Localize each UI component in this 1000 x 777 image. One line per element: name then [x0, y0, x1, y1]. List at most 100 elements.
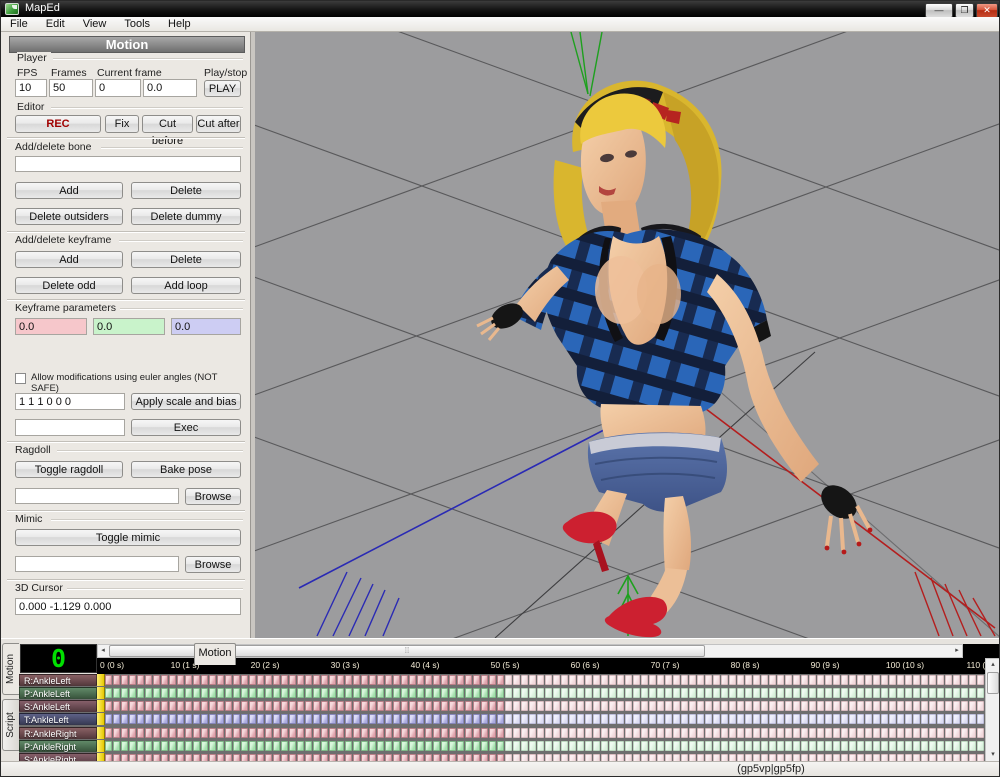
- keyframe-cell[interactable]: [657, 701, 664, 711]
- keyframe-cell[interactable]: [345, 728, 352, 738]
- keyframe-cell[interactable]: [913, 728, 920, 738]
- keyframe-cell[interactable]: [121, 675, 128, 685]
- keyframe-cell[interactable]: [129, 728, 136, 738]
- keyframe-cell[interactable]: [153, 701, 160, 711]
- keyframe-cell[interactable]: [249, 728, 256, 738]
- keyframe-cell[interactable]: [761, 741, 768, 751]
- keyframe-cell[interactable]: [217, 728, 224, 738]
- keyframe-cell[interactable]: [209, 675, 216, 685]
- keyframe-cell[interactable]: [337, 728, 344, 738]
- keyframe-cell[interactable]: [737, 675, 744, 685]
- keyframe-cell[interactable]: [761, 701, 768, 711]
- keyframe-cell[interactable]: [337, 688, 344, 698]
- keyframe-cell[interactable]: [265, 714, 272, 724]
- keyframe-cell[interactable]: [305, 741, 312, 751]
- keyframe-cell[interactable]: [281, 728, 288, 738]
- keyframe-cell[interactable]: [769, 728, 776, 738]
- keyframe-cell[interactable]: [369, 688, 376, 698]
- keyframe-cell[interactable]: [761, 714, 768, 724]
- keyframe-cell[interactable]: [953, 741, 960, 751]
- keyframe-cell[interactable]: [393, 688, 400, 698]
- keyframe-cell[interactable]: [793, 701, 800, 711]
- keyframe-cell[interactable]: [817, 714, 824, 724]
- keyframe-cell[interactable]: [593, 728, 600, 738]
- keyframe-cell[interactable]: [673, 714, 680, 724]
- current-frame-marker[interactable]: [97, 713, 105, 725]
- keyframe-cell[interactable]: [961, 728, 968, 738]
- keyframe-cell[interactable]: [369, 714, 376, 724]
- keyframe-cell[interactable]: [449, 688, 456, 698]
- keyframe-cell[interactable]: [281, 741, 288, 751]
- keyframe-cell[interactable]: [641, 714, 648, 724]
- keyframe-cell[interactable]: [673, 741, 680, 751]
- keyframe-cell[interactable]: [457, 688, 464, 698]
- keyframe-cell[interactable]: [201, 688, 208, 698]
- keyframe-cell[interactable]: [137, 675, 144, 685]
- keyframe-cell[interactable]: [921, 688, 928, 698]
- keyframe-cell[interactable]: [969, 688, 976, 698]
- keyframe-cell[interactable]: [297, 701, 304, 711]
- keyframe-cell[interactable]: [489, 728, 496, 738]
- keyframe-cell[interactable]: [385, 728, 392, 738]
- keyframe-cell[interactable]: [561, 701, 568, 711]
- keyframe-cell[interactable]: [649, 741, 656, 751]
- keyframe-cell[interactable]: [137, 701, 144, 711]
- keyframe-cell[interactable]: [521, 688, 528, 698]
- keyframe-cell[interactable]: [705, 741, 712, 751]
- keyframe-cell[interactable]: [521, 714, 528, 724]
- keyframe-cell[interactable]: [385, 714, 392, 724]
- keyframe-cell[interactable]: [777, 701, 784, 711]
- keyframe-cell[interactable]: [785, 728, 792, 738]
- keyframe-cell[interactable]: [201, 701, 208, 711]
- keyframe-cell[interactable]: [593, 675, 600, 685]
- keyframe-cell[interactable]: [185, 714, 192, 724]
- param-y-input[interactable]: [93, 318, 165, 335]
- keyframe-cell[interactable]: [161, 714, 168, 724]
- keyframe-cell[interactable]: [241, 688, 248, 698]
- keyframe-cell[interactable]: [633, 675, 640, 685]
- keyframe-cell[interactable]: [721, 688, 728, 698]
- keyframe-cell[interactable]: [633, 728, 640, 738]
- keyframe-cell[interactable]: [257, 701, 264, 711]
- keyframe-cell[interactable]: [417, 714, 424, 724]
- add-loop-button[interactable]: Add loop: [131, 277, 241, 294]
- keyframe-cell[interactable]: [617, 741, 624, 751]
- hscroll-right-arrow[interactable]: ▸: [952, 645, 962, 657]
- keyframe-cell[interactable]: [273, 741, 280, 751]
- keyframe-cell[interactable]: [513, 675, 520, 685]
- keyframe-cell[interactable]: [697, 728, 704, 738]
- keyframe-cell[interactable]: [249, 688, 256, 698]
- keyframe-cell[interactable]: [873, 714, 880, 724]
- keyframe-cell[interactable]: [777, 675, 784, 685]
- keyframe-cell[interactable]: [409, 741, 416, 751]
- keyframe-cell[interactable]: [169, 701, 176, 711]
- keyframe-cell[interactable]: [489, 714, 496, 724]
- keyframe-cell[interactable]: [225, 688, 232, 698]
- keyframe-cell[interactable]: [905, 701, 912, 711]
- keyframe-cell[interactable]: [897, 741, 904, 751]
- timeline-vscrollbar[interactable]: ▴ ▾: [985, 658, 1000, 762]
- keyframe-cell[interactable]: [833, 714, 840, 724]
- keyframe-cell[interactable]: [953, 714, 960, 724]
- keyframe-cell[interactable]: [881, 701, 888, 711]
- keyframe-cell[interactable]: [849, 728, 856, 738]
- keyframe-cell[interactable]: [289, 741, 296, 751]
- keyframe-cell[interactable]: [169, 741, 176, 751]
- keyframe-cell[interactable]: [161, 728, 168, 738]
- keyframe-cell[interactable]: [113, 701, 120, 711]
- keyframe-cell[interactable]: [401, 741, 408, 751]
- keyframe-cell[interactable]: [273, 675, 280, 685]
- keyframe-cell[interactable]: [633, 714, 640, 724]
- keyframe-cell[interactable]: [753, 701, 760, 711]
- keyframe-cell[interactable]: [193, 701, 200, 711]
- keyframe-cell[interactable]: [577, 688, 584, 698]
- keyframe-cell[interactable]: [441, 675, 448, 685]
- scale-bias-input[interactable]: [15, 393, 125, 410]
- keyframe-cell[interactable]: [209, 688, 216, 698]
- keyframe-cell[interactable]: [441, 728, 448, 738]
- keyframe-cell[interactable]: [841, 701, 848, 711]
- keyframe-cell[interactable]: [329, 741, 336, 751]
- keyframe-cell[interactable]: [513, 728, 520, 738]
- keyframe-cell[interactable]: [161, 701, 168, 711]
- delete-odd-button[interactable]: Delete odd: [15, 277, 123, 294]
